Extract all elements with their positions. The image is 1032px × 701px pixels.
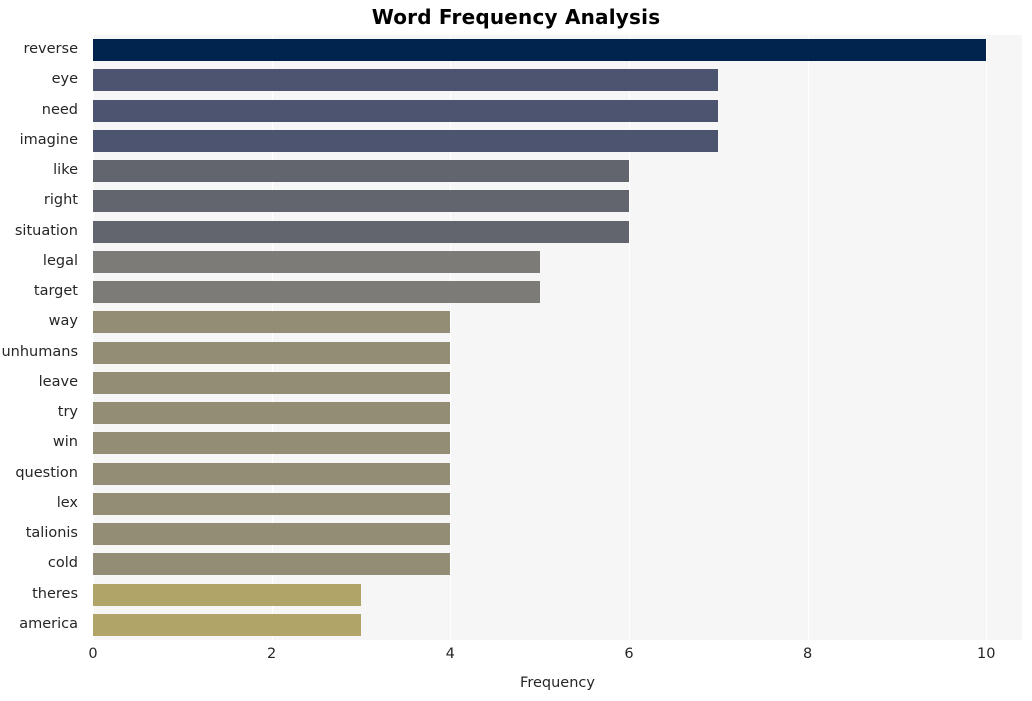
bar[interactable]	[93, 492, 451, 515]
bar-row	[93, 402, 1022, 425]
x-tick-label-0: 0	[88, 646, 98, 662]
y-tick-label-leave: leave	[38, 373, 78, 390]
bar-row	[93, 613, 1022, 636]
chart-title: Word Frequency Analysis	[371, 5, 661, 29]
bar-row	[93, 523, 1022, 546]
y-tick-label-legal: legal	[42, 252, 78, 269]
word-frequency-chart: Word Frequency Analysis reverse eye need im…	[0, 0, 1032, 701]
bar[interactable]	[93, 523, 451, 546]
bar[interactable]	[93, 39, 987, 62]
bar-row	[93, 129, 1022, 152]
bar[interactable]	[93, 190, 629, 213]
y-tick-label-theres: theres	[32, 585, 78, 602]
bar-row	[93, 190, 1022, 213]
bar-row	[93, 281, 1022, 304]
bar[interactable]	[93, 341, 451, 364]
bar-row	[93, 432, 1022, 455]
y-tick-label-unhumans: unhumans	[1, 343, 78, 360]
y-tick-label-lex: lex	[56, 494, 78, 511]
bar-row	[93, 69, 1022, 92]
bar[interactable]	[93, 553, 451, 576]
y-tick-label-eye: eye	[51, 71, 78, 88]
y-tick-label-need: need	[41, 101, 78, 118]
bar-row	[93, 160, 1022, 183]
y-tick-label-like: like	[53, 162, 78, 179]
bar-row	[93, 492, 1022, 515]
y-tick-label-question: question	[15, 464, 78, 481]
bar[interactable]	[93, 402, 451, 425]
bar[interactable]	[93, 250, 540, 273]
y-tick-label-america: america	[19, 615, 78, 632]
bar-row	[93, 250, 1022, 273]
bar[interactable]	[93, 281, 540, 304]
bar[interactable]	[93, 69, 719, 92]
y-tick-label-target: target	[33, 283, 78, 300]
bar[interactable]	[93, 220, 629, 243]
bar[interactable]	[93, 432, 451, 455]
y-tick-label-reverse: reverse	[23, 41, 78, 58]
x-tick-label-2: 2	[267, 646, 277, 662]
y-tick-label-try: try	[57, 404, 78, 421]
bar-row	[93, 583, 1022, 606]
x-tick-label-10: 10	[977, 646, 996, 662]
bar-row	[93, 39, 1022, 62]
bar[interactable]	[93, 129, 719, 152]
bar[interactable]	[93, 583, 361, 606]
x-tick-label-6: 6	[624, 646, 634, 662]
bar[interactable]	[93, 613, 361, 636]
bar-row	[93, 462, 1022, 485]
x-tick-label-8: 8	[802, 646, 813, 662]
bar-row	[93, 311, 1022, 334]
x-tick-label-4: 4	[445, 646, 455, 662]
bar[interactable]	[93, 311, 451, 334]
x-axis-label: Frequency	[520, 675, 595, 691]
bar-row	[93, 341, 1022, 364]
y-tick-label-situation: situation	[14, 222, 78, 239]
plot-area	[93, 35, 1022, 640]
y-tick-label-win: win	[52, 434, 78, 451]
bar-series	[93, 35, 1022, 640]
y-tick-label-way: way	[48, 313, 78, 330]
y-tick-label-cold: cold	[47, 555, 78, 572]
bar[interactable]	[93, 371, 451, 394]
bar[interactable]	[93, 160, 629, 183]
bar[interactable]	[93, 99, 719, 122]
bar[interactable]	[93, 462, 451, 485]
bar-row	[93, 371, 1022, 394]
bar-row	[93, 553, 1022, 576]
y-axis-tick-labels: reverse eye need imagine like right situation l…	[0, 35, 86, 640]
y-tick-label-right: right	[43, 192, 78, 209]
x-axis-tick-labels: 0 2 4 6 8 10	[0, 646, 1032, 668]
bar-row	[93, 220, 1022, 243]
y-tick-label-imagine: imagine	[19, 131, 78, 148]
y-tick-label-talionis: talionis	[25, 525, 78, 542]
bar-row	[93, 99, 1022, 122]
